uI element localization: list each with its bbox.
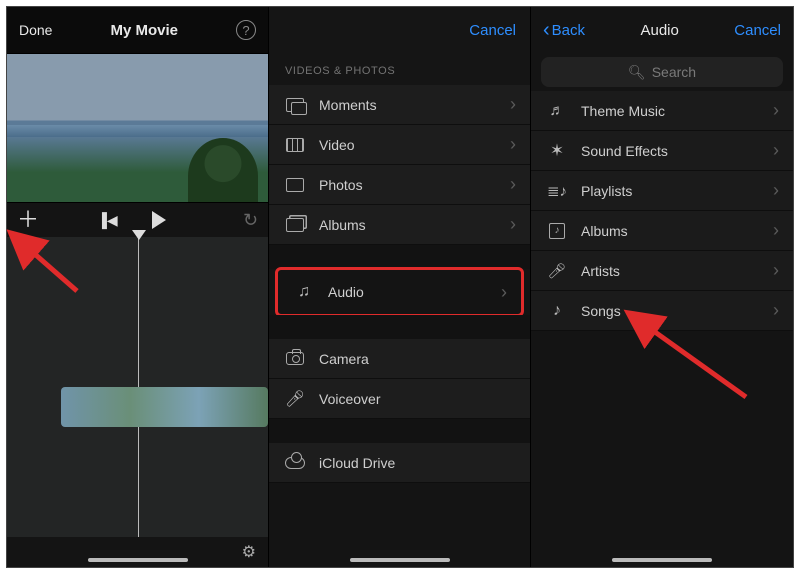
group-icloud: iCloud Drive (269, 443, 530, 483)
row-albums[interactable]: ♪ Albums › (531, 211, 793, 251)
cancel-button[interactable]: Cancel (734, 22, 781, 39)
add-media-button[interactable]: ＋ (17, 209, 39, 231)
chevron-right-icon: › (510, 174, 516, 195)
row-albums[interactable]: Albums › (269, 205, 530, 245)
chevron-right-icon: › (773, 300, 779, 321)
row-audio[interactable]: ♫ Audio › (278, 272, 521, 312)
music-note-icon: ♫ (294, 284, 314, 300)
albums-icon (285, 217, 305, 233)
row-songs[interactable]: ♪ Songs › (531, 291, 793, 331)
group-gap (269, 315, 530, 339)
audio-category-list: ♬ Theme Music › ✶ Sound Effects › ≣♪ Pla… (531, 91, 793, 331)
back-label: Back (552, 22, 585, 39)
play-icon[interactable] (152, 211, 166, 229)
undo-icon[interactable]: ↺ (243, 210, 258, 231)
editor-footer: ⚙ (7, 537, 268, 567)
row-moments[interactable]: Moments › (269, 85, 530, 125)
timeline[interactable] (7, 237, 268, 537)
theme-music-icon: ♬ (547, 103, 567, 119)
microphone-icon: 🎤︎ (285, 391, 305, 407)
highlight-audio: ♫ Audio › (275, 267, 524, 317)
chevron-right-icon: › (773, 140, 779, 161)
chevron-right-icon: › (510, 94, 516, 115)
row-label: Sound Effects (581, 143, 668, 159)
transport-mid: ▐◀ (97, 211, 166, 229)
chevron-right-icon: › (773, 180, 779, 201)
cloud-icon (285, 455, 305, 471)
editor-topbar: Done My Movie ? (7, 7, 268, 53)
chevron-right-icon: › (773, 260, 779, 281)
group-capture: Camera 🎤︎ Voiceover (269, 339, 530, 419)
row-label: Voiceover (319, 391, 380, 407)
three-pane-tutorial: Done My Movie ? ＋ ▐◀ ↺ ⚙ (6, 6, 794, 568)
camera-icon (285, 351, 305, 367)
row-camera[interactable]: Camera (269, 339, 530, 379)
settings-gear-icon[interactable]: ⚙ (242, 542, 256, 562)
pane-editor: Done My Movie ? ＋ ▐◀ ↺ ⚙ (7, 7, 269, 567)
playlist-icon: ≣♪ (547, 183, 567, 199)
row-label: iCloud Drive (319, 455, 395, 471)
search-input[interactable]: 🔍︎ Search (541, 57, 783, 87)
moments-icon (285, 97, 305, 113)
chevron-right-icon: › (501, 282, 507, 303)
callout-arrow-songs (636, 319, 756, 414)
skip-to-start-icon[interactable]: ▐◀ (97, 212, 118, 229)
group-gap (269, 419, 530, 443)
chevron-right-icon: › (773, 100, 779, 121)
photos-icon (285, 177, 305, 193)
cancel-button[interactable]: Cancel (469, 22, 516, 39)
page-title: Audio (640, 22, 678, 39)
row-artists[interactable]: 🎤︎ Artists › (531, 251, 793, 291)
done-button[interactable]: Done (19, 22, 52, 38)
group-videos-photos: Moments › Video › Photos › Albums › (269, 85, 530, 245)
row-label: Artists (581, 263, 620, 279)
home-indicator (350, 558, 450, 562)
row-label: Theme Music (581, 103, 665, 119)
music-note-icon: ♪ (547, 303, 567, 319)
search-icon: 🔍︎ (628, 64, 646, 81)
row-playlists[interactable]: ≣♪ Playlists › (531, 171, 793, 211)
video-preview (7, 53, 268, 203)
chevron-right-icon: › (510, 134, 516, 155)
search-placeholder: Search (652, 64, 696, 80)
section-header-videos-photos: VIDEOS & PHOTOS (269, 53, 530, 85)
help-button[interactable]: ? (236, 20, 256, 40)
home-indicator (612, 558, 712, 562)
row-label: Camera (319, 351, 369, 367)
row-video[interactable]: Video › (269, 125, 530, 165)
row-photos[interactable]: Photos › (269, 165, 530, 205)
back-button[interactable]: ‹ Back (543, 19, 585, 42)
row-label: Songs (581, 303, 621, 319)
video-icon (285, 137, 305, 153)
row-voiceover[interactable]: 🎤︎ Voiceover (269, 379, 530, 419)
preview-scenery (188, 138, 258, 202)
row-label: Moments (319, 97, 377, 113)
group-gap (269, 245, 530, 269)
row-icloud-drive[interactable]: iCloud Drive (269, 443, 530, 483)
sparkle-icon: ✶ (547, 143, 567, 159)
chevron-right-icon: › (510, 214, 516, 235)
microphone-icon: 🎤︎ (547, 263, 567, 279)
row-label: Video (319, 137, 355, 153)
row-sound-effects[interactable]: ✶ Sound Effects › (531, 131, 793, 171)
clip-strip[interactable] (61, 387, 268, 427)
audio-topbar: ‹ Back Audio Cancel (531, 7, 793, 53)
row-label: Photos (319, 177, 363, 193)
picker-topbar: Cancel (269, 7, 530, 53)
row-label: Playlists (581, 183, 632, 199)
chevron-right-icon: › (773, 220, 779, 241)
pane-audio-categories: ‹ Back Audio Cancel 🔍︎ Search ♬ Theme Mu… (531, 7, 793, 567)
row-label: Albums (581, 223, 628, 239)
pane-media-picker: Cancel VIDEOS & PHOTOS Moments › Video ›… (269, 7, 531, 567)
row-theme-music[interactable]: ♬ Theme Music › (531, 91, 793, 131)
row-label: Albums (319, 217, 366, 233)
row-label: Audio (328, 284, 364, 300)
home-indicator (88, 558, 188, 562)
chevron-left-icon: ‹ (543, 19, 550, 42)
project-title: My Movie (110, 22, 178, 39)
album-icon: ♪ (547, 223, 567, 239)
